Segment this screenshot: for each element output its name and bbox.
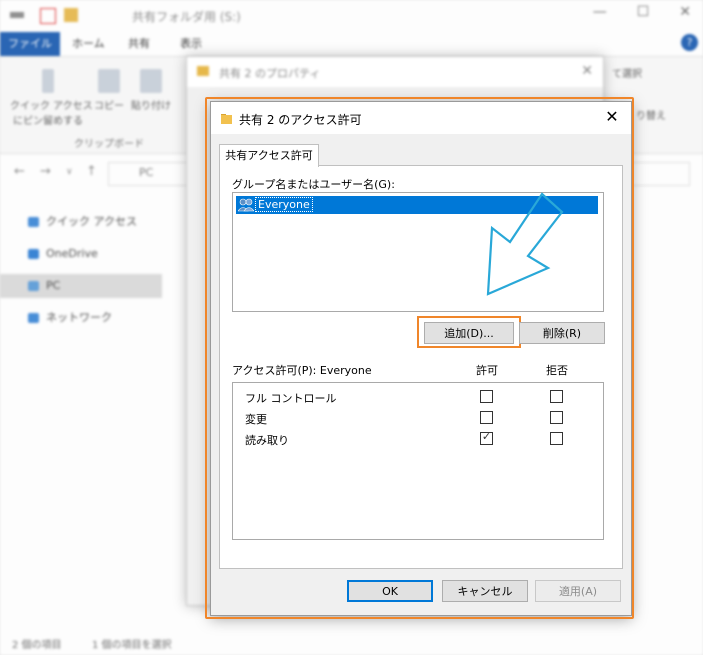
toggle-label: り替え — [636, 111, 666, 122]
group-label: グループ名またはユーザー名(G): — [232, 178, 395, 191]
nav-network[interactable]: ネットワーク — [0, 306, 162, 330]
tab-panel: グループ名またはユーザー名(G): Everyone 追加(D)... 削除(R… — [219, 165, 623, 569]
nav-onedrive[interactable]: OneDrive — [0, 242, 162, 266]
maximize-button[interactable]: ☐ — [637, 4, 650, 20]
properties-titlebar: 共有 2 のプロパティ ✕ — [187, 57, 603, 87]
tab-home[interactable]: ホーム — [72, 32, 105, 56]
address-path: PC — [139, 166, 154, 179]
dialog-titlebar: 共有 2 のアクセス許可 ✕ — [211, 102, 631, 134]
new-folder-icon[interactable] — [64, 8, 78, 22]
list-item-label: Everyone — [255, 197, 313, 212]
star-icon — [28, 217, 39, 227]
navigation-pane: クイック アクセス OneDrive PC ネットワーク — [0, 200, 180, 620]
tab-file[interactable]: ファイル — [0, 32, 60, 56]
permission-row-full-control: フル コントロール — [233, 387, 603, 407]
status-items: 2 個の項目 — [12, 640, 62, 651]
permission-row-change: 変更 — [233, 408, 603, 428]
folder-icon — [197, 66, 209, 76]
nav-label: PC — [46, 279, 61, 292]
clipboard-group-label: クリップボード — [74, 139, 144, 150]
tab-view[interactable]: 表示 — [180, 32, 202, 56]
nav-quick-access[interactable]: クイック アクセス — [0, 210, 162, 234]
network-icon — [28, 313, 39, 323]
apply-button[interactable]: 適用(A) — [535, 580, 621, 602]
copy-button[interactable]: コピー — [86, 69, 132, 112]
ok-button[interactable]: OK — [347, 580, 433, 602]
up-icon[interactable]: ↑ — [86, 164, 97, 179]
close-icon[interactable]: ✕ — [601, 106, 623, 128]
forward-icon[interactable]: → — [40, 164, 51, 179]
folder-icon — [221, 114, 232, 124]
paste-label: 貼り付け — [131, 101, 171, 112]
help-icon[interactable]: ? — [681, 34, 698, 51]
properties-icon[interactable] — [40, 8, 56, 24]
tab-share-permissions[interactable]: 共有アクセス許可 — [219, 144, 319, 167]
explorer-title: 共有フォルダ用 (S:) — [132, 10, 241, 24]
dialog-title: 共有 2 のアクセス許可 — [239, 113, 362, 127]
computer-icon — [28, 281, 39, 291]
permission-row-read: 読み取り ✓ — [233, 429, 603, 449]
status-selected: 1 個の項目を選択 — [92, 640, 172, 651]
deny-header: 拒否 — [546, 364, 568, 377]
allow-checkbox-read[interactable]: ✓ — [480, 430, 493, 445]
add-button[interactable]: 追加(D)... — [424, 322, 514, 344]
ribbon-tabs: ファイル ホーム 共有 表示 — [0, 32, 703, 57]
permission-name: フル コントロール — [245, 392, 337, 405]
allow-header: 許可 — [476, 364, 498, 377]
select-label: て選択 — [612, 69, 642, 80]
allow-checkbox-full-control[interactable] — [480, 390, 493, 403]
group-user-list[interactable]: Everyone — [232, 192, 604, 312]
deny-checkbox-change[interactable] — [550, 411, 563, 424]
cancel-button[interactable]: キャンセル — [442, 580, 528, 602]
paste-button[interactable]: 貼り付け — [128, 69, 174, 112]
tab-share[interactable]: 共有 — [128, 32, 150, 56]
pin-quick-access-button[interactable]: クイック アクセス にピン留めする — [10, 69, 93, 127]
pin-label: クイック アクセス にピン留めする — [10, 101, 93, 127]
close-icon[interactable]: ✕ — [581, 63, 593, 79]
copy-label: コピー — [94, 101, 124, 112]
permission-name: 変更 — [245, 413, 267, 426]
copy-icon — [98, 69, 120, 93]
allow-checkbox-change[interactable] — [480, 411, 493, 424]
deny-checkbox-read[interactable] — [550, 432, 563, 445]
nav-pc[interactable]: PC — [0, 274, 162, 298]
minimize-button[interactable]: — — [593, 4, 607, 20]
properties-title: 共有 2 のプロパティ — [219, 67, 321, 80]
explorer-titlebar: 共有フォルダ用 (S:) — ☐ ✕ — [0, 0, 703, 32]
cloud-icon — [28, 249, 39, 259]
back-icon[interactable]: ← — [14, 164, 25, 179]
nav-label: OneDrive — [46, 247, 98, 260]
permission-name: 読み取り — [245, 434, 289, 447]
nav-label: ネットワーク — [46, 311, 112, 324]
pin-icon — [42, 69, 54, 93]
deny-checkbox-full-control[interactable] — [550, 390, 563, 403]
close-button[interactable]: ✕ — [679, 4, 691, 20]
status-bar: 2 個の項目 1 個の項目を選択 — [0, 632, 703, 655]
users-icon — [238, 198, 254, 212]
drive-icon — [10, 12, 24, 18]
nav-label: クイック アクセス — [46, 215, 137, 228]
permissions-dialog: 共有 2 のアクセス許可 ✕ 共有アクセス許可 グループ名またはユーザー名(G)… — [210, 101, 632, 616]
chevron-down-icon[interactable]: ∨ — [66, 167, 73, 177]
window-controls: — ☐ ✕ — [593, 4, 691, 20]
permissions-list: フル コントロール 変更 読み取り ✓ — [232, 382, 604, 540]
list-item-everyone[interactable]: Everyone — [236, 196, 598, 214]
check-icon: ✓ — [481, 430, 492, 443]
permissions-label: アクセス許可(P): Everyone — [232, 364, 372, 377]
remove-button[interactable]: 削除(R) — [519, 322, 605, 344]
clipboard-icon — [140, 69, 162, 93]
